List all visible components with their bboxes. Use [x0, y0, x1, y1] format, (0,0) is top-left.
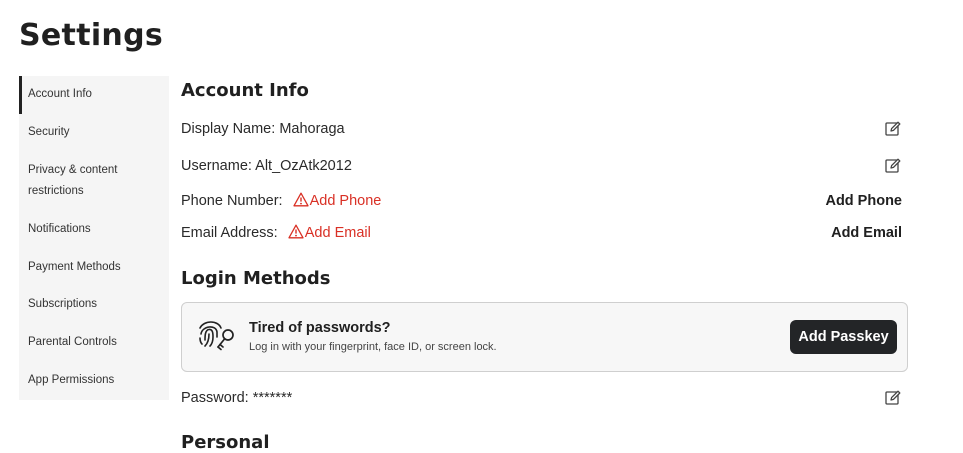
password-value: *******	[252, 390, 293, 406]
sidebar-item-account-info[interactable]: Account Info	[19, 76, 169, 114]
sidebar-item-security[interactable]: Security	[19, 122, 169, 143]
sidebar-item-privacy[interactable]: Privacy & content restrictions	[19, 160, 169, 202]
edit-icon[interactable]	[884, 120, 902, 138]
edit-icon[interactable]	[884, 389, 902, 407]
username-row: Username: Alt_OzAtk2012	[181, 156, 904, 176]
sidebar-item-label: App Permissions	[28, 374, 115, 386]
settings-sidebar: Account Info Security Privacy & content …	[19, 76, 169, 400]
sidebar-item-label: Subscriptions	[28, 298, 98, 310]
password-label: Password:	[181, 390, 249, 406]
sidebar-item-subscriptions[interactable]: Subscriptions	[19, 294, 169, 315]
add-email-button[interactable]: Add Email	[831, 223, 902, 243]
email-row: Email Address: Add Email Add Email	[181, 223, 904, 243]
add-phone-button[interactable]: Add Phone	[825, 191, 902, 211]
sidebar-item-app-permissions[interactable]: App Permissions	[19, 370, 169, 391]
sidebar-item-notifications[interactable]: Notifications	[19, 219, 169, 240]
warning-icon	[292, 192, 309, 207]
username-label: Username:	[181, 158, 252, 174]
display-name-label: Display Name:	[181, 121, 276, 137]
add-email-warning-link[interactable]: Add Email	[288, 224, 371, 241]
sidebar-item-label: Account Info	[28, 88, 92, 100]
edit-icon[interactable]	[884, 157, 902, 175]
passkey-subtitle: Log in with your fingerprint, face ID, o…	[249, 341, 497, 353]
personal-heading: Personal	[181, 432, 270, 453]
phone-row: Phone Number: Add Phone Add Phone	[181, 191, 904, 211]
account-info-heading: Account Info	[181, 80, 309, 101]
sidebar-item-label: Payment Methods	[28, 261, 121, 273]
display-name-value: Mahoraga	[279, 121, 345, 137]
sidebar-item-label: Parental Controls	[28, 336, 117, 348]
username-value: Alt_OzAtk2012	[255, 158, 352, 174]
warning-icon	[288, 224, 304, 239]
phone-label: Phone Number:	[181, 193, 283, 209]
page-title: Settings	[19, 18, 164, 53]
add-phone-warning-link[interactable]: Add Phone	[292, 192, 382, 209]
login-methods-heading: Login Methods	[181, 268, 331, 289]
add-email-warning-text: Add Email	[304, 225, 371, 241]
passkey-card: Tired of passwords? Log in with your fin…	[181, 302, 908, 372]
fingerprint-key-icon	[199, 321, 234, 351]
sidebar-item-parental-controls[interactable]: Parental Controls	[19, 332, 169, 353]
sidebar-item-label: Privacy & content restrictions	[28, 164, 118, 197]
sidebar-item-label: Notifications	[28, 223, 91, 235]
email-label: Email Address:	[181, 225, 278, 241]
sidebar-item-payment-methods[interactable]: Payment Methods	[19, 257, 169, 278]
password-row: Password: *******	[181, 388, 904, 408]
sidebar-item-label: Security	[28, 126, 70, 138]
add-passkey-button[interactable]: Add Passkey	[790, 320, 897, 354]
passkey-title: Tired of passwords?	[249, 320, 391, 336]
display-name-row: Display Name: Mahoraga	[181, 119, 904, 139]
add-phone-warning-text: Add Phone	[309, 193, 382, 209]
